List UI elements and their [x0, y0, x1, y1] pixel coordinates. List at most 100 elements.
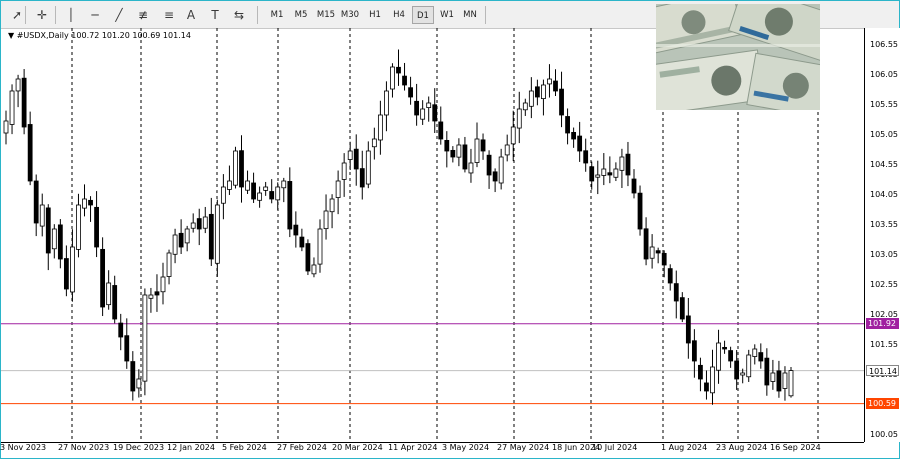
timeframe-d1-button[interactable]: D1	[412, 6, 434, 24]
timeframe-h1-button[interactable]: H1	[364, 6, 386, 24]
bullish-candle	[184, 228, 190, 244]
bullish-candle	[257, 192, 263, 201]
bullish-candle	[371, 138, 377, 148]
bullish-candle	[740, 372, 746, 376]
bullish-candle	[263, 186, 269, 191]
bearish-candle	[88, 199, 93, 206]
time-tick-label: 3 Nov 2023	[0, 443, 47, 452]
bearish-candle	[353, 148, 359, 170]
price-tick-label: 103.55	[870, 220, 898, 229]
dollar-bills-image	[656, 4, 820, 110]
bullish-candle	[516, 108, 522, 129]
bullish-candle	[3, 120, 9, 134]
time-tick-label: 12 Jan 2024	[167, 443, 215, 452]
bullish-candle	[384, 90, 389, 116]
bearish-candle	[438, 121, 444, 140]
bullish-candle	[190, 222, 196, 229]
bearish-candle	[305, 243, 311, 272]
vertical-line-icon[interactable]: │	[61, 5, 81, 25]
bearish-candle	[728, 350, 734, 362]
text-icon[interactable]: A	[181, 5, 201, 25]
bearish-candle	[21, 77, 27, 128]
bullish-candle	[770, 372, 776, 382]
bullish-candle	[214, 204, 220, 264]
bullish-candle	[365, 150, 371, 185]
timeframe-m1-button[interactable]: M1	[266, 6, 288, 24]
bullish-candle	[323, 210, 329, 230]
bullish-candle	[377, 114, 383, 141]
bullish-candle	[39, 204, 45, 227]
bullish-candle	[782, 372, 788, 389]
bearish-candle	[100, 248, 106, 308]
bearish-candle	[444, 140, 450, 152]
bullish-candle	[420, 108, 426, 120]
price-tick-label: 104.05	[870, 190, 898, 199]
bullish-candle	[335, 180, 341, 198]
timeframe-m15-button[interactable]: M15	[314, 6, 338, 24]
horizontal-line-icon[interactable]: ─	[85, 5, 105, 25]
timeframe-h4-button[interactable]: H4	[388, 6, 410, 24]
bullish-candle	[510, 126, 516, 145]
timeframe-w1-button[interactable]: W1	[436, 6, 458, 24]
bullish-candle	[547, 78, 552, 85]
bearish-candle	[764, 357, 770, 386]
bearish-candle	[607, 172, 613, 176]
bearish-candle	[589, 166, 595, 182]
timeframe-m30-button[interactable]: M30	[338, 6, 362, 24]
bullish-candle	[311, 264, 317, 275]
bearish-candle	[480, 139, 486, 152]
bearish-candle	[758, 352, 764, 362]
bearish-candle	[45, 207, 51, 254]
bullish-candle	[595, 174, 601, 178]
time-tick-label: 5 Feb 2024	[222, 443, 267, 452]
time-tick-label: 11 Apr 2024	[388, 443, 438, 452]
bullish-candle	[70, 246, 75, 293]
bullish-candle	[649, 246, 655, 259]
price-tick-label: 105.55	[870, 100, 898, 109]
bullish-candle	[788, 370, 794, 397]
bearish-candle	[251, 182, 256, 200]
timeframe-mn-button[interactable]: MN	[459, 6, 481, 24]
fibonacci-icon[interactable]: ≡	[159, 5, 179, 25]
bullish-candle	[227, 180, 232, 190]
chart-collapse-arrow-icon[interactable]: ▼	[8, 31, 17, 40]
bearish-candle	[534, 86, 540, 98]
symbol-text: #USDX,Daily 100.72 101.20 100.69 101.14	[16, 31, 191, 40]
dollar-bills-photo	[656, 4, 820, 110]
text-label-icon[interactable]: T	[205, 5, 225, 25]
bullish-candle	[601, 168, 607, 176]
bullish-candle	[233, 150, 238, 186]
time-tick-label: 27 Nov 2023	[58, 443, 110, 452]
equidistant-channel-icon[interactable]: ≢	[133, 5, 153, 25]
bullish-candle	[220, 186, 226, 204]
time-axis[interactable]: 3 Nov 2023 27 Nov 2023 19 Dec 2023 12 Jan 2…	[0, 442, 864, 458]
bearish-candle	[559, 88, 564, 116]
bearish-candle	[450, 149, 456, 158]
bearish-candle	[631, 178, 637, 194]
price-tick-label: 100.05	[870, 430, 898, 439]
bearish-candle	[734, 360, 740, 380]
bearish-candle	[27, 124, 33, 182]
toolbar-separator	[257, 6, 258, 24]
bearish-candle	[492, 171, 498, 182]
bearish-candle	[432, 104, 438, 122]
bullish-candle	[166, 252, 172, 277]
bullish-candle	[281, 180, 287, 189]
toolbar-separator	[55, 6, 56, 24]
arrows-dropdown-icon[interactable]: ⇆	[229, 5, 249, 25]
timeframe-m5-button[interactable]: M5	[290, 6, 312, 24]
bullish-candle	[317, 228, 323, 265]
bearish-candle	[673, 283, 679, 302]
resistance-price-box: 101.92	[866, 318, 899, 330]
bullish-candle	[456, 144, 462, 158]
price-axis[interactable]: 106.55 106.05 105.55 105.05 104.55 104.05 103.…	[864, 28, 900, 442]
bullish-candle	[390, 66, 395, 90]
bullish-candle	[426, 102, 432, 108]
trendline-icon[interactable]: ╱	[109, 5, 129, 25]
cursor-icon[interactable]: ➚	[7, 5, 27, 25]
toolbar-separator	[25, 6, 26, 24]
crosshair-icon[interactable]: ✛	[32, 5, 52, 25]
bearish-candle	[208, 213, 214, 260]
bearish-candle	[396, 66, 401, 74]
time-tick-label: 19 Dec 2023	[113, 443, 165, 452]
